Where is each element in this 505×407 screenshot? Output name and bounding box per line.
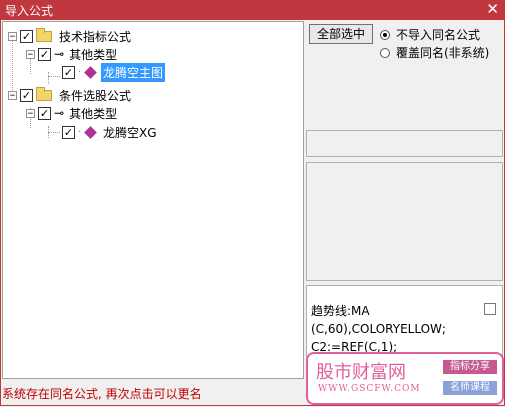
close-icon[interactable]: ✕ [486,1,499,18]
collapse-icon[interactable]: − [26,108,35,118]
watermark-tag-course: 名师课程 [443,381,497,395]
radio-no-import[interactable]: 不导入同名公式 [380,26,480,43]
formula-gem-icon [84,65,97,79]
key-icon: ⊸ [54,47,64,61]
checkbox-other-types-2[interactable]: ✓ [38,106,51,120]
radio-dot[interactable] [380,47,390,58]
checkbox-tech-indicators[interactable]: ✓ [20,29,33,43]
checkbox-other-types-1[interactable]: ✓ [38,47,51,61]
radio-dot-selected[interactable] [380,29,390,40]
collapse-icon[interactable]: − [26,49,35,59]
window-title: 导入公式 [5,4,54,18]
tree-node-label: 龙腾空主图 [101,62,166,82]
tree-node-label: 龙腾空XG [103,125,157,140]
tree-node-label: 条件选股公式 [59,88,132,103]
watermark-title: 股市财富网 [316,362,406,383]
folder-icon [36,27,52,42]
tree-node-stock-selection[interactable]: − ✓ 条件选股公式 [8,86,133,104]
watermark-tag-share: 指标分享 [443,360,497,374]
radio-no-import-label: 不导入同名公式 [396,28,481,42]
tree-node-label: 技术指标公式 [59,29,132,44]
formula-gem-icon [84,125,97,139]
folder-icon [36,86,52,101]
checkbox-longtengkong-xg[interactable]: ✓ [62,125,75,139]
key-icon: ⊸ [54,106,64,120]
collapse-icon[interactable]: − [8,90,17,100]
tree-node-label: 其他类型 [69,106,118,121]
watermark-url: WWW.GSCFW.COM [318,384,421,394]
checkbox-longtengkong-main[interactable]: ✓ [62,65,75,79]
formula-checkbox[interactable] [484,303,496,315]
radio-overwrite-label: 覆盖同名(非系统) [396,46,490,60]
watermark-logo: 股市财富网 WWW.GSCFW.COM 指标分享 名师课程 [306,352,504,405]
info-panel-top [306,130,503,157]
tree-node-other-types-1[interactable]: − ✓ ⊸ 其他类型 [26,45,119,63]
collapse-icon[interactable]: − [8,31,17,41]
tree-node-tech-indicators[interactable]: − ✓ 技术指标公式 [8,27,133,45]
select-all-button[interactable]: 全部选中 [309,24,373,44]
tree-node-longtengkong-xg[interactable]: ✓ · 龙腾空XG [62,123,159,141]
formula-tree[interactable]: − ✓ 技术指标公式 − ✓ ⊸ 其他类型 ✓ · 龙腾空主图 − ✓ 条件选股… [2,21,304,379]
status-message: 系统存在同名公式, 再次点击可以更名 [2,387,202,401]
formula-preview[interactable]: 趋势线:MA (C,60),COLORYELLOW; C2:=REF(C,1); [306,285,503,357]
radio-overwrite[interactable]: 覆盖同名(非系统) [380,44,489,61]
title-bar: 导入公式 ✕ [0,0,505,20]
tree-node-other-types-2[interactable]: − ✓ ⊸ 其他类型 [26,104,119,122]
checkbox-stock-selection[interactable]: ✓ [20,88,33,102]
formula-line: (C,60),COLORYELLOW; [311,322,446,336]
tree-node-longtengkong-main[interactable]: ✓ · 龙腾空主图 [62,62,166,82]
formula-line: 趋势线:MA [311,304,370,318]
tree-node-label: 其他类型 [69,47,118,62]
info-panel-middle [306,162,503,281]
